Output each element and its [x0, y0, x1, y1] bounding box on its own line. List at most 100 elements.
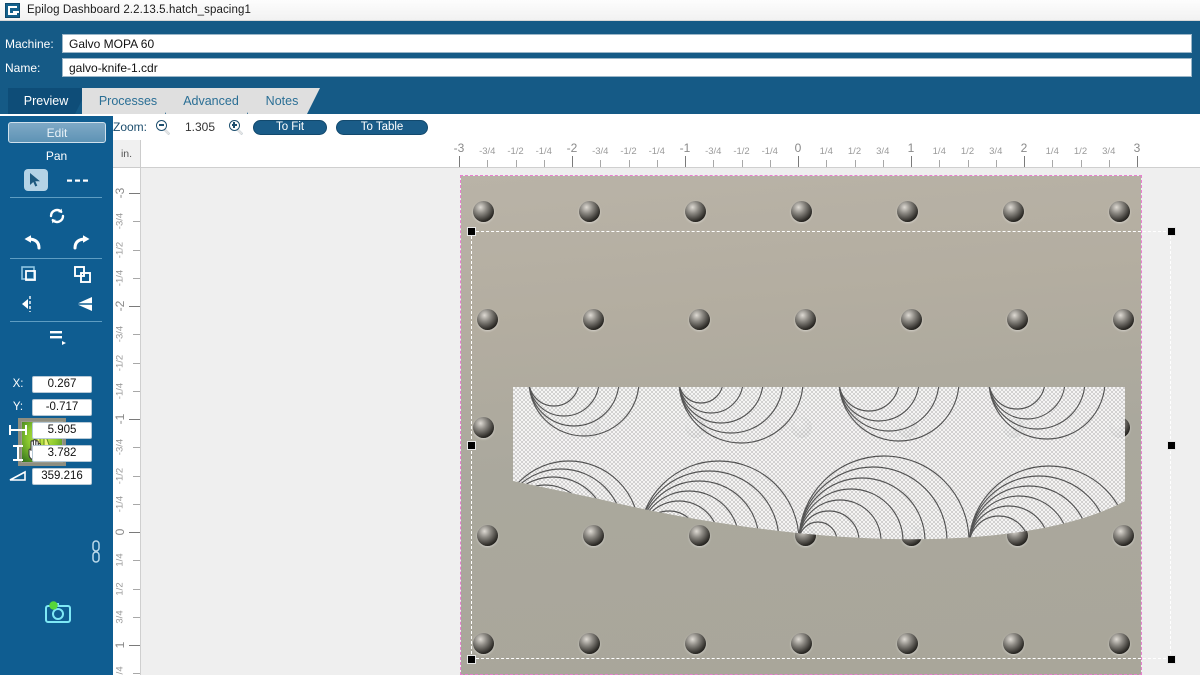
vruler-label: -1/2: [115, 467, 126, 485]
selection-handle-tl[interactable]: [467, 227, 476, 236]
hruler-label: 1/4: [820, 146, 833, 157]
hruler-label: -1/2: [507, 146, 523, 157]
hruler-tick: [459, 156, 460, 167]
divider-2: [10, 258, 102, 259]
hruler-label: 3/4: [989, 146, 1002, 157]
hruler-tick: [544, 160, 545, 167]
selection-handle-br[interactable]: [1167, 655, 1176, 664]
hruler-tick: [939, 160, 940, 167]
hruler-tick: [572, 156, 573, 167]
arrange-row-3: [0, 325, 113, 349]
vruler-tick: [133, 617, 140, 618]
vruler-tick: [133, 504, 140, 505]
hruler-tick: [1081, 160, 1082, 167]
hruler-label: -3/4: [592, 146, 608, 157]
vruler-label: 1/2: [115, 580, 126, 598]
selection-handle-r[interactable]: [1167, 441, 1176, 450]
x-position-input[interactable]: 0.267: [32, 376, 92, 393]
machine-input[interactable]: Galvo MOPA 60: [62, 34, 1192, 53]
edit-button[interactable]: Edit: [8, 122, 106, 143]
tab-processes[interactable]: Processes: [82, 88, 178, 114]
selection-handle-tr[interactable]: [1167, 227, 1176, 236]
dashed-line-icon[interactable]: [66, 169, 90, 191]
arrange-row-1: [0, 263, 113, 287]
hruler-tick: [883, 160, 884, 167]
history-row: [0, 230, 113, 254]
undo-icon[interactable]: [21, 231, 45, 253]
group-icon[interactable]: [71, 264, 95, 286]
epilog-logo-icon: [5, 3, 20, 18]
hruler-tick: [742, 160, 743, 167]
vruler-label: -1: [113, 410, 127, 428]
hruler-label: -2: [567, 141, 578, 155]
selection-handle-bl[interactable]: [467, 655, 476, 664]
hruler-label: 3/4: [1102, 146, 1115, 157]
zoom-out-icon[interactable]: [156, 120, 171, 135]
tab-advanced[interactable]: Advanced: [166, 88, 260, 114]
design-canvas[interactable]: [141, 168, 1200, 675]
duplicate-icon[interactable]: [19, 264, 43, 286]
ruler-units-corner: in.: [113, 140, 141, 168]
hruler-tick: [1052, 160, 1053, 167]
hruler-tick: [1137, 156, 1138, 167]
flip-arrows-icon[interactable]: [71, 293, 95, 315]
tab-preview[interactable]: Preview: [8, 88, 88, 114]
to-fit-button[interactable]: To Fit: [253, 120, 327, 135]
horizontal-ruler[interactable]: -3-3/4-1/2-1/4-2-3/4-1/2-1/4-1-3/4-1/2-1…: [141, 140, 1200, 168]
hruler-label: 1: [908, 141, 915, 155]
selection-handle-l[interactable]: [467, 441, 476, 450]
pointer-tool-icon[interactable]: [24, 169, 48, 191]
angle-icon: [8, 470, 28, 482]
angle-input[interactable]: 359.216: [32, 468, 92, 485]
name-label: Name:: [0, 61, 62, 75]
vruler-tick: [129, 193, 140, 194]
vruler-label: -1/2: [115, 241, 126, 259]
vruler-label: 0: [113, 523, 127, 541]
zoom-label: Zoom:: [113, 120, 147, 134]
to-table-button[interactable]: To Table: [336, 120, 428, 135]
tab-notes[interactable]: Notes: [248, 88, 320, 114]
height-input[interactable]: 3.782: [32, 445, 92, 462]
vruler-tick: [133, 447, 140, 448]
hruler-tick: [685, 156, 686, 167]
refresh-icon[interactable]: [45, 205, 69, 227]
camera-capture-icon[interactable]: [45, 601, 71, 623]
y-position-input[interactable]: -0.717: [32, 399, 92, 416]
grid-align-icon[interactable]: [45, 326, 69, 348]
window-title: Epilog Dashboard 2.2.13.5.hatch_spacing1: [27, 4, 251, 16]
link-aspect-ratio-icon[interactable]: [91, 540, 101, 564]
vruler-label: -3/4: [115, 325, 126, 343]
hruler-tick: [1109, 160, 1110, 167]
hruler-tick: [770, 160, 771, 167]
hruler-tick: [826, 160, 827, 167]
vertical-ruler[interactable]: -3-3/4-1/2-1/4-2-3/4-1/2-1/4-1-3/4-1/2-1…: [113, 168, 141, 675]
vruler-label: -1/2: [115, 354, 126, 372]
selection-tool-row: [0, 168, 113, 192]
vruler-label: 1: [113, 636, 127, 654]
hruler-label: 1/4: [933, 146, 946, 157]
vruler-tick: [129, 532, 140, 533]
vruler-tick: [133, 391, 140, 392]
mirror-horizontal-icon[interactable]: [19, 293, 43, 315]
hruler-tick: [996, 160, 997, 167]
redo-icon[interactable]: [69, 231, 93, 253]
zoom-in-icon[interactable]: [229, 120, 244, 135]
hruler-tick: [798, 156, 799, 167]
vruler-tick: [129, 645, 140, 646]
vruler-label: -3/4: [115, 438, 126, 456]
app-window: Epilog Dashboard 2.2.13.5.hatch_spacing1…: [0, 0, 1200, 675]
hruler-label: -1/2: [733, 146, 749, 157]
title-bar: Epilog Dashboard 2.2.13.5.hatch_spacing1: [0, 0, 1200, 21]
vruler-tick: [133, 250, 140, 251]
name-input[interactable]: galvo-knife-1.cdr: [62, 58, 1192, 77]
height-icon: [8, 445, 28, 461]
hruler-label: -1: [680, 141, 691, 155]
hruler-label: -1/2: [620, 146, 636, 157]
width-input[interactable]: 5.905: [32, 422, 92, 439]
hruler-label: -1/4: [649, 146, 665, 157]
table-boundary: [460, 175, 1142, 675]
hruler-tick: [487, 160, 488, 167]
vruler-tick: [129, 419, 140, 420]
hruler-tick: [657, 160, 658, 167]
hruler-tick: [600, 160, 601, 167]
